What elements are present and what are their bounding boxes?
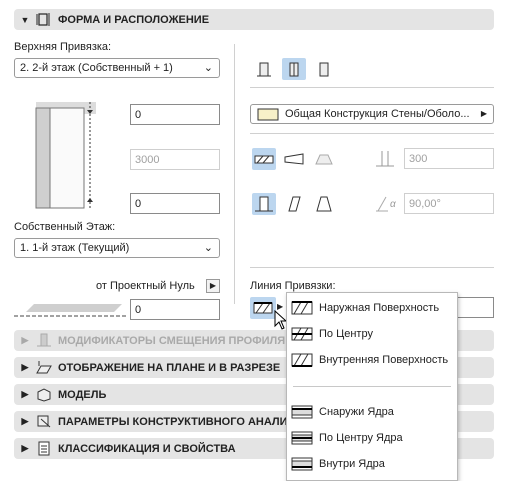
reference-level-arrow-button[interactable]: ▶ <box>206 279 220 293</box>
menu-divider <box>293 386 451 387</box>
home-story-value: 1. 1-й этаж (Текущий) <box>20 242 130 254</box>
collapsed-triangle-icon[interactable]: ▶ <box>18 443 32 454</box>
shape-position-icon <box>35 12 53 28</box>
core-inside-icon <box>291 457 313 471</box>
section-title: ОТОБРАЖЕНИЕ НА ПЛАНЕ И В РАЗРЕЗЕ <box>58 361 281 374</box>
align-right-icon[interactable] <box>312 58 336 80</box>
section-shape-position[interactable]: ▼ ФОРМА И РАСПОЛОЖЕНИЕ <box>14 9 494 30</box>
reference-line-button[interactable] <box>250 297 276 319</box>
double-slanted-profile-icon[interactable] <box>312 193 336 215</box>
menu-item-core-inside[interactable]: Внутри Ядра <box>287 453 457 475</box>
menu-item-core-outside[interactable]: Снаружи Ядра <box>287 401 457 423</box>
structural-analysis-icon <box>35 414 53 430</box>
menu-item-interior-face[interactable]: Внутренняя Поверхность <box>287 349 457 371</box>
straight-wall-icon[interactable] <box>252 148 276 170</box>
expanded-triangle-icon[interactable]: ▼ <box>18 15 32 25</box>
floor-level-icon <box>14 304 126 317</box>
bottom-offset-input[interactable]: 0 <box>130 193 220 214</box>
reference-line-menu: Наружная Поверхность По Центру Внутрення… <box>286 292 458 481</box>
menu-item-exterior-face[interactable]: Наружная Поверхность <box>287 297 457 319</box>
thickness-input[interactable]: 300 <box>404 148 494 169</box>
model-icon <box>35 387 53 403</box>
height-input[interactable]: 3000 <box>130 149 220 170</box>
align-center-icon[interactable] <box>282 58 306 80</box>
vertical-profile-icon[interactable] <box>252 193 276 215</box>
center-icon <box>291 327 313 341</box>
slanted-profile-icon[interactable] <box>282 193 306 215</box>
chevron-down-icon: ⌄ <box>203 242 213 254</box>
trapezoid-wall-icon[interactable] <box>282 148 306 170</box>
collapsed-triangle-icon[interactable]: ▶ <box>18 335 32 346</box>
align-left-icon[interactable] <box>252 58 276 80</box>
floor-plan-icon <box>35 360 53 376</box>
project-zero-label: от Проектный Нуль <box>96 280 195 292</box>
structure-icon <box>257 108 279 121</box>
top-anchor-label: Верхняя Привязка: <box>14 41 112 53</box>
section-title: КЛАССИФИКАЦИЯ И СВОЙСТВА <box>58 442 236 455</box>
classification-icon <box>35 441 53 457</box>
polygonal-wall-icon[interactable] <box>312 148 336 170</box>
section-title: ПАРАМЕТРЫ КОНСТРУКТИВНОГО АНАЛИЗА <box>58 415 303 428</box>
structure-value: Общая Конструкция Стены/Оболо... <box>285 108 470 120</box>
wall-height-diagram <box>35 102 96 210</box>
angle-input[interactable]: 90,00° <box>404 193 494 214</box>
collapsed-triangle-icon[interactable]: ▶ <box>18 389 32 400</box>
collapsed-triangle-icon[interactable]: ▶ <box>18 362 32 373</box>
section-title: ФОРМА И РАСПОЛОЖЕНИЕ <box>58 13 210 26</box>
exterior-face-icon <box>291 301 313 315</box>
home-story-label: Собственный Этаж: <box>14 221 116 233</box>
project-zero-input[interactable]: 0 <box>130 299 220 320</box>
core-outside-icon <box>291 405 313 419</box>
chevron-down-icon: ⌄ <box>203 62 213 74</box>
core-center-icon <box>291 431 313 445</box>
angle-symbol: α <box>390 199 396 210</box>
menu-item-center[interactable]: По Центру <box>287 323 457 345</box>
reference-line-label: Линия Привязки: <box>250 280 336 292</box>
profile-modifiers-icon <box>35 333 53 349</box>
top-anchor-value: 2. 2-й этаж (Собственный + 1) <box>20 62 173 74</box>
top-offset-input[interactable]: 0 <box>130 104 220 125</box>
interior-face-icon <box>291 353 313 367</box>
menu-item-core-center[interactable]: По Центру Ядра <box>287 427 457 449</box>
top-anchor-select[interactable]: 2. 2-й этаж (Собственный + 1) ⌄ <box>14 58 220 78</box>
submenu-arrow-icon: ▶ <box>480 109 487 118</box>
collapsed-triangle-icon[interactable]: ▶ <box>18 416 32 427</box>
thickness-icon <box>376 151 394 167</box>
section-title: МОДЕЛЬ <box>58 388 107 401</box>
section-title: МОДИФИКАТОРЫ СМЕЩЕНИЯ ПРОФИЛЯ <box>58 334 286 347</box>
structure-select[interactable]: Общая Конструкция Стены/Оболо... ▶ <box>250 104 494 124</box>
home-story-select[interactable]: 1. 1-й этаж (Текущий) ⌄ <box>14 238 220 258</box>
